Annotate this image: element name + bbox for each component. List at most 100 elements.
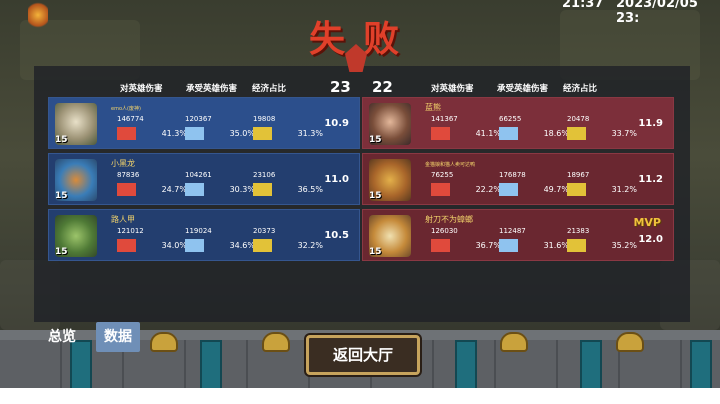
damage-taken-bar: [499, 183, 518, 196]
economy-share-stat: 19808 31.3%: [253, 115, 323, 145]
header-hero-damage: 对英雄伤害: [120, 84, 163, 94]
economy-share-stat: 21383 35.2%: [567, 227, 637, 257]
damage-taken-value: 66255: [499, 115, 522, 123]
damage-taken-bar: [499, 127, 518, 140]
hero-damage-percent: 22.2%: [475, 185, 501, 194]
damage-taken-bar: [185, 239, 204, 252]
economy-share-percent: 35.2%: [611, 241, 637, 250]
economy-share-value: 19808: [253, 115, 276, 123]
damage-taken-stat: 176878 49.7%: [499, 171, 569, 201]
economy-share-percent: 32.2%: [297, 241, 323, 250]
damage-taken-stat: 66255 18.6%: [499, 115, 569, 145]
damage-taken-bar: [185, 127, 204, 140]
economy-share-bar: [253, 239, 272, 252]
economy-share-stat: 20478 33.7%: [567, 115, 637, 145]
player-name: 路人甲: [111, 215, 135, 224]
hero-damage-stat: 126030 36.7%: [431, 227, 501, 257]
hero-damage-bar: [117, 127, 136, 140]
economy-share-value: 23106: [253, 171, 276, 179]
player-name: emo人(废神): [111, 106, 141, 112]
player-name: 金猫娘和猫人卖可达鸭: [425, 162, 476, 168]
economy-share-percent: 36.5%: [297, 185, 323, 194]
player-row: 15 射刀不为蟑螂 126030 36.7% 112487 31.6% 21383 35.2%…: [362, 209, 674, 261]
damage-taken-stat: 112487 31.6%: [499, 227, 569, 257]
hero-damage-value: 76255: [431, 171, 454, 179]
hero-damage-percent: 24.7%: [161, 185, 187, 194]
hero-damage-value: 141367: [431, 115, 458, 123]
player-row: 15 路人甲 121012 34.0% 119024 34.6% 20373 32.2% 10.…: [48, 209, 360, 261]
hero-damage-bar: [431, 183, 450, 196]
left-team-table: 15 emo人(废神) 146774 41.3% 120367 35.0% 19808 31.…: [48, 97, 360, 261]
player-name: 射刀不为蟑螂: [425, 215, 473, 224]
clock-time: 21:37: [562, 0, 604, 11]
hero-damage-value: 87836: [117, 171, 140, 179]
damage-taken-bar: [185, 183, 204, 196]
hero-level: 15: [369, 135, 382, 145]
damage-taken-value: 119024: [185, 227, 212, 235]
player-rating: 11.9: [638, 118, 663, 129]
hero-damage-bar: [117, 183, 136, 196]
damage-taken-percent: 30.3%: [229, 185, 255, 194]
player-rating: 12.0: [638, 234, 663, 245]
tab-overview[interactable]: 总览: [40, 322, 84, 352]
economy-share-stat: 18967 31.2%: [567, 171, 637, 201]
damage-taken-stat: 104261 30.3%: [185, 171, 255, 201]
right-team-table: 15 蓝熊 141367 41.1% 66255 18.6% 20478 33.7% 11.9 1…: [362, 97, 674, 261]
hero-damage-percent: 36.7%: [475, 241, 501, 250]
hero-damage-percent: 41.3%: [161, 129, 187, 138]
hero-damage-bar: [117, 239, 136, 252]
header-damage-taken: 承受英雄伤害: [186, 84, 238, 94]
left-team-score: 23: [330, 78, 351, 96]
hero-damage-percent: 34.0%: [161, 241, 187, 250]
damage-taken-value: 120367: [185, 115, 212, 123]
player-rating: 11.2: [638, 174, 663, 185]
economy-share-stat: 20373 32.2%: [253, 227, 323, 257]
damage-taken-value: 104261: [185, 171, 212, 179]
economy-share-bar: [253, 183, 272, 196]
hero-level: 15: [369, 247, 382, 257]
lamp-icon: [500, 332, 528, 352]
header-hero-damage: 对英雄伤害: [431, 84, 474, 94]
economy-share-value: 20478: [567, 115, 590, 123]
clock-date: 2023/02/05 23:: [616, 0, 698, 26]
hero-damage-percent: 41.1%: [475, 129, 501, 138]
lamp-icon: [150, 332, 178, 352]
damage-taken-percent: 49.7%: [543, 185, 569, 194]
player-row: 15 小黑龙 87836 24.7% 104261 30.3% 23106 36.5% 11.0: [48, 153, 360, 205]
hero-damage-bar: [431, 127, 450, 140]
economy-share-value: 20373: [253, 227, 276, 235]
right-team-score: 22: [372, 78, 393, 96]
damage-taken-percent: 18.6%: [543, 129, 569, 138]
player-row: 15 金猫娘和猫人卖可达鸭 76255 22.2% 176878 49.7% 18967 31…: [362, 153, 674, 205]
damage-taken-bar: [499, 239, 518, 252]
economy-share-value: 18967: [567, 171, 590, 179]
economy-share-percent: 31.2%: [611, 185, 637, 194]
return-lobby-button[interactable]: 返回大厅: [306, 335, 420, 375]
damage-taken-percent: 34.6%: [229, 241, 255, 250]
economy-share-value: 21383: [567, 227, 590, 235]
damage-taken-percent: 35.0%: [229, 129, 255, 138]
hero-level: 15: [55, 191, 68, 201]
hero-level: 15: [369, 191, 382, 201]
tab-data[interactable]: 数据: [96, 322, 140, 352]
player-row: 15 蓝熊 141367 41.1% 66255 18.6% 20478 33.7% 11.9: [362, 97, 674, 149]
economy-share-bar: [567, 183, 586, 196]
economy-share-stat: 23106 36.5%: [253, 171, 323, 201]
hero-damage-value: 146774: [117, 115, 144, 123]
hero-damage-stat: 76255 22.2%: [431, 171, 501, 201]
player-rating: 10.9: [324, 118, 349, 129]
hero-damage-stat: 121012 34.0%: [117, 227, 187, 257]
hero-damage-value: 126030: [431, 227, 458, 235]
player-name: 小黑龙: [111, 159, 135, 168]
torch-icon: [28, 0, 48, 30]
hero-damage-stat: 87836 24.7%: [117, 171, 187, 201]
header-economy-share: 经济占比: [563, 84, 598, 94]
economy-share-percent: 33.7%: [611, 129, 637, 138]
damage-taken-value: 112487: [499, 227, 526, 235]
damage-taken-stat: 119024 34.6%: [185, 227, 255, 257]
hero-damage-stat: 146774 41.3%: [117, 115, 187, 145]
mvp-badge: MVP: [633, 216, 661, 229]
hero-damage-bar: [431, 239, 450, 252]
damage-taken-stat: 120367 35.0%: [185, 115, 255, 145]
player-rating: 10.5: [324, 230, 349, 241]
